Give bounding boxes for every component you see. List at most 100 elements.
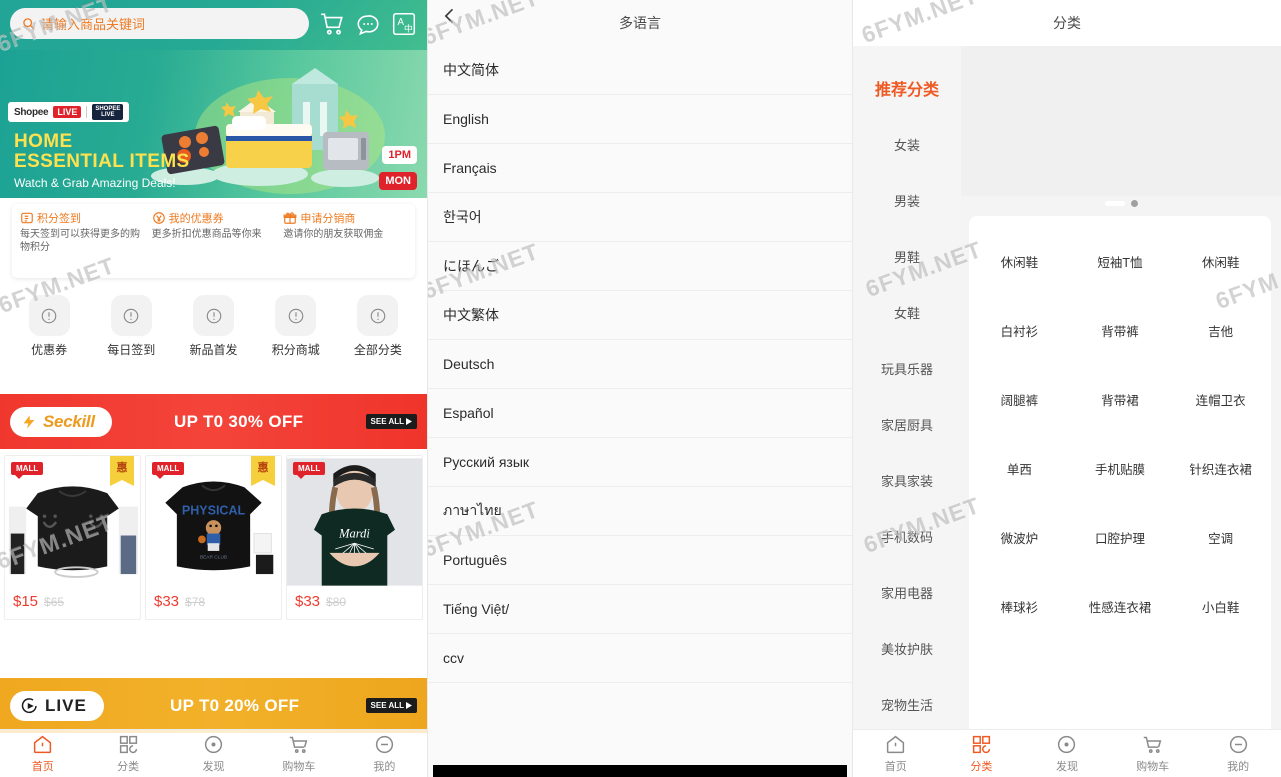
category-cell[interactable]: 连帽卫衣: [1170, 390, 1271, 409]
category-cell[interactable]: 休闲鞋: [1170, 252, 1271, 271]
chat-icon[interactable]: [355, 11, 381, 37]
language-item[interactable]: Deutsch: [428, 340, 852, 389]
carousel-dot-2[interactable]: [1130, 199, 1138, 207]
category-body: 推荐分类 女装 男装 男鞋 女鞋 玩具乐器 家居厨具 家具家装 手机数码 家用电…: [853, 46, 1281, 736]
language-item[interactable]: Français: [428, 144, 852, 193]
seckill-see-all-button[interactable]: SEE ALL: [365, 414, 417, 429]
category-cell-label: 休闲鞋: [1000, 256, 1039, 270]
sidebar-item-mens-clothing[interactable]: 男装: [853, 172, 961, 228]
category-cell[interactable]: 休闲鞋: [969, 252, 1070, 271]
quick-link-pointsmall[interactable]: 积分商城: [255, 295, 337, 358]
quick-link-newitem[interactable]: 新品首发: [172, 295, 254, 358]
sidebar-item-appliances[interactable]: 家用电器: [853, 564, 961, 620]
sidebar-item-mens-shoes[interactable]: 男鞋: [853, 228, 961, 284]
carousel-dot-1[interactable]: [1104, 200, 1125, 206]
sidebar-item-toys-instruments[interactable]: 玩具乐器: [853, 340, 961, 396]
shopee-live-badge: SHOPEE LIVE: [92, 103, 124, 121]
category-cell[interactable]: 手机贴膜: [1070, 459, 1171, 478]
category-cell[interactable]: 性感连衣裙: [1070, 597, 1171, 616]
category-cell[interactable]: 单西: [969, 459, 1070, 478]
seckill-banner[interactable]: Seckill UP T0 30% OFF SEE ALL: [0, 394, 427, 449]
sidebar-item-womens-clothing[interactable]: 女装: [853, 116, 961, 172]
sidebar-item-beauty-skincare[interactable]: 美妆护肤: [853, 620, 961, 676]
category-cell[interactable]: 背带裤: [1070, 321, 1171, 340]
category-cell[interactable]: 针织连衣裙: [1170, 459, 1271, 478]
quick-link-coupon[interactable]: 优惠券: [8, 295, 90, 358]
promo-title: 我的优惠券: [168, 213, 224, 225]
quick-link-checkin[interactable]: 每日签到: [90, 295, 172, 358]
tab-category[interactable]: 分类: [85, 730, 170, 777]
language-item[interactable]: English: [428, 95, 852, 144]
tab-cart[interactable]: 购物车: [256, 730, 341, 777]
mall-badge: MALL: [152, 462, 185, 479]
language-item[interactable]: Español: [428, 389, 852, 438]
quick-link-allcats[interactable]: 全部分类: [337, 295, 419, 358]
promo-item-points[interactable]: 积分签到 每天签到可以获得更多的购物积分: [16, 210, 148, 278]
category-icon: [119, 735, 137, 753]
promo-item-distributor[interactable]: 申请分销商 邀请你的朋友获取佣金: [279, 210, 411, 278]
page-title: 分类: [1053, 15, 1081, 31]
live-see-all-button[interactable]: SEE ALL: [365, 698, 417, 713]
category-cell[interactable]: 棒球衫: [969, 597, 1070, 616]
tab-profile[interactable]: 我的: [342, 730, 427, 777]
tab-discover[interactable]: 发现: [1024, 730, 1110, 777]
language-icon[interactable]: A 中: [391, 11, 417, 37]
sidebar-item-womens-shoes[interactable]: 女鞋: [853, 284, 961, 340]
tab-profile[interactable]: 我的: [1195, 730, 1281, 777]
language-item[interactable]: ccv: [428, 634, 852, 683]
product-old-price: $78: [185, 595, 206, 609]
category-cell-label: 白衬衫: [1000, 325, 1039, 339]
promo-item-coupon[interactable]: 我的优惠券 更多折扣优惠商品等你来: [148, 210, 280, 278]
category-cell-label: 小白鞋: [1201, 601, 1240, 615]
tab-label: 首页: [31, 760, 54, 773]
tab-cart[interactable]: 购物车: [1110, 730, 1196, 777]
banner-subtitle: Watch & Grab Amazing Deals!: [14, 176, 176, 190]
tab-discover[interactable]: 发现: [171, 730, 256, 777]
home-tabbar: 首页 分类 发现 购物车 我的: [0, 729, 427, 777]
sidebar-item-pet-life[interactable]: 宠物生活: [853, 676, 961, 732]
category-cell[interactable]: 背带裙: [1070, 390, 1171, 409]
language-item[interactable]: 中文简体: [428, 46, 852, 95]
language-item[interactable]: 한국어: [428, 193, 852, 242]
cart-icon[interactable]: [319, 11, 345, 37]
language-item[interactable]: ภาษาไทย: [428, 487, 852, 536]
chevron-left-icon[interactable]: [440, 6, 460, 26]
quick-icon-wrap: [275, 295, 317, 336]
language-item[interactable]: Português: [428, 536, 852, 585]
sidebar-item-furniture[interactable]: 家具家装: [853, 452, 961, 508]
language-item[interactable]: Русский язык: [428, 438, 852, 487]
svg-text:Mardi: Mardi: [338, 526, 370, 540]
tab-home[interactable]: 首页: [0, 730, 85, 777]
language-item[interactable]: 中文繁体: [428, 291, 852, 340]
tab-category[interactable]: 分类: [939, 730, 1025, 777]
language-item[interactable]: Tiếng Việt/: [428, 585, 852, 634]
home-header-area: 请输入商品关键词 A 中 Shopee LIVE SHOPEE LIVE HOM…: [0, 0, 427, 198]
profile-icon: [1229, 735, 1247, 753]
category-banner-carousel[interactable]: [961, 46, 1281, 196]
category-cell[interactable]: 口腔护理: [1070, 528, 1171, 547]
category-cell[interactable]: 空调: [1170, 528, 1271, 547]
category-cell[interactable]: 微波炉: [969, 528, 1070, 547]
sidebar-item-recommended[interactable]: 推荐分类: [853, 60, 961, 116]
product-card[interactable]: Mardi MALL $33 $80: [286, 455, 423, 620]
category-cell[interactable]: 阔腿裤: [969, 390, 1070, 409]
cart-icon: [290, 736, 308, 753]
category-cell-label: 阔腿裤: [1000, 394, 1039, 408]
category-cell[interactable]: 小白鞋: [1170, 597, 1271, 616]
tab-home[interactable]: 首页: [853, 730, 939, 777]
product-card[interactable]: PHYSICAL BEAR CLUB MALL 惠 $33 $78: [145, 455, 282, 620]
home-hero-banner[interactable]: Shopee LIVE SHOPEE LIVE HOME ESSENTIAL I…: [0, 50, 427, 198]
home-icon: [887, 735, 905, 753]
svg-text:BEAR CLUB: BEAR CLUB: [200, 555, 227, 561]
sidebar-item-mobile-digital[interactable]: 手机数码: [853, 508, 961, 564]
category-cell[interactable]: 短袖T恤: [1070, 252, 1171, 271]
category-cell-label: 休闲鞋: [1201, 256, 1240, 270]
sidebar-item-home-kitchen[interactable]: 家居厨具: [853, 396, 961, 452]
live-banner[interactable]: LIVE UP T0 20% OFF SEE ALL: [0, 678, 427, 733]
product-card[interactable]: MALL 惠 $15 $65: [4, 455, 141, 620]
language-item[interactable]: にほんご: [428, 242, 852, 291]
chevron-right-icon: [406, 702, 412, 709]
category-cell[interactable]: 吉他: [1170, 321, 1271, 340]
category-cell[interactable]: 白衬衫: [969, 321, 1070, 340]
search-input[interactable]: 请输入商品关键词: [10, 8, 309, 39]
